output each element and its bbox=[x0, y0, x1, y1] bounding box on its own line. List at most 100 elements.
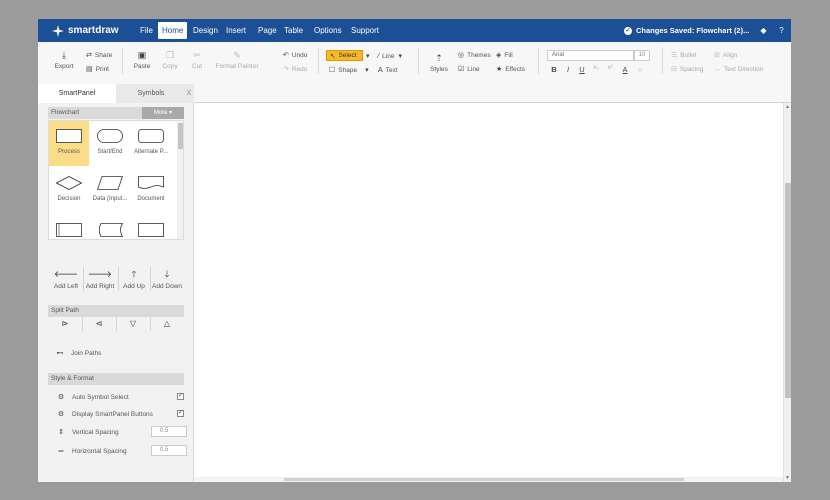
menu-home[interactable]: Home bbox=[158, 22, 188, 39]
drawing-canvas[interactable] bbox=[194, 103, 783, 482]
auto-symbol-select-label: Auto Symbol Select bbox=[72, 393, 129, 401]
superscript-button[interactable]: x² bbox=[605, 65, 615, 71]
paste-button[interactable]: ▣ Paste bbox=[130, 50, 154, 70]
menu-design[interactable]: Design bbox=[189, 22, 222, 39]
check-circle-icon: ✓ bbox=[624, 26, 632, 35]
scroll-down-icon[interactable]: ▼ bbox=[785, 475, 790, 481]
fill-label: Fill bbox=[504, 51, 513, 59]
close-panel-button[interactable]: X bbox=[184, 84, 194, 103]
cut-button[interactable]: ✂ Cut bbox=[185, 50, 209, 70]
split-left-icon[interactable]: ⊳ bbox=[60, 319, 70, 329]
vertical-spacing-input[interactable]: 0.5 bbox=[151, 426, 187, 437]
horizontal-spacing-input[interactable]: 0.5 bbox=[151, 445, 187, 456]
themes-button[interactable]: ◎ Themes bbox=[458, 50, 491, 60]
add-up-button[interactable]: 🡑 Add Up bbox=[117, 269, 151, 290]
format-painter-label: Format Painter bbox=[215, 63, 259, 70]
italic-button[interactable]: I bbox=[563, 65, 573, 74]
share-icon[interactable]: ◆ bbox=[759, 26, 768, 35]
bold-button[interactable]: B bbox=[549, 65, 559, 74]
shape-predefined[interactable] bbox=[49, 215, 89, 239]
text-tool-button[interactable]: A Text bbox=[378, 65, 398, 75]
shape-tool-button[interactable]: ☐ Shape ▾ bbox=[329, 65, 372, 75]
shape-rectangle[interactable] bbox=[131, 215, 171, 239]
font-size-select[interactable]: 10 bbox=[634, 50, 650, 61]
menu-page[interactable]: Page bbox=[254, 22, 281, 39]
shape-data[interactable]: Data (Input... bbox=[90, 168, 130, 213]
rectangle-shape-icon bbox=[138, 223, 164, 237]
spacing-button[interactable]: ⊟ Spacing bbox=[671, 64, 703, 74]
clear-format-icon[interactable]: ○ bbox=[635, 65, 645, 74]
pointer-icon: ↖ bbox=[330, 52, 336, 60]
tab-smartpanel[interactable]: SmartPanel bbox=[38, 84, 116, 103]
bullet-button[interactable]: ☰ Bullet bbox=[671, 50, 697, 60]
undo-button[interactable]: ↶ Undo bbox=[283, 50, 307, 60]
shape-stored-data[interactable] bbox=[90, 215, 130, 239]
scrollbar-thumb[interactable] bbox=[284, 478, 684, 481]
line-style-button[interactable]: ☑ Line bbox=[458, 64, 480, 74]
split-right-icon[interactable]: ⊲ bbox=[94, 319, 104, 329]
help-icon[interactable]: ? bbox=[777, 26, 786, 35]
add-right-button[interactable]: 🡒 Add Right bbox=[83, 269, 117, 290]
shape-alternate-process[interactable]: Alternate P... bbox=[131, 121, 171, 166]
scroll-up-icon[interactable]: ▲ bbox=[785, 104, 790, 110]
paste-icon: ▣ bbox=[137, 50, 147, 60]
export-label: Export bbox=[54, 63, 74, 70]
align-button[interactable]: ⊞ Align bbox=[714, 50, 737, 60]
smartdraw-logo[interactable]: smartdraw bbox=[52, 24, 119, 37]
diamond-shape-icon bbox=[56, 176, 82, 190]
menu-options[interactable]: Options bbox=[310, 22, 346, 39]
copy-button[interactable]: ❐ Copy bbox=[158, 50, 182, 70]
fill-button[interactable]: ◈ Fill bbox=[496, 50, 513, 60]
styles-button[interactable]: ⇡ Styles bbox=[426, 53, 452, 73]
text-direction-button[interactable]: ↔ Text Direction bbox=[714, 64, 763, 74]
effects-button[interactable]: ★ Effects bbox=[496, 64, 525, 74]
shape-label: Document bbox=[137, 196, 165, 202]
caret-down-icon: ▾ bbox=[398, 53, 402, 60]
auto-symbol-select-checkbox[interactable]: ✓ bbox=[177, 393, 184, 400]
add-down-button[interactable]: 🡓 Add Down bbox=[150, 269, 184, 290]
canvas-horizontal-scrollbar[interactable] bbox=[194, 477, 783, 482]
scrollbar-thumb[interactable] bbox=[785, 183, 791, 398]
export-button[interactable]: ⤓ Export bbox=[52, 50, 76, 70]
display-smartpanel-buttons-option[interactable]: ⚙ Display SmartPanel Buttons ✓ bbox=[56, 409, 184, 419]
font-color-button[interactable]: A bbox=[620, 65, 630, 74]
shape-start-end[interactable]: Start/End bbox=[90, 121, 130, 166]
menu-support[interactable]: Support bbox=[347, 22, 383, 39]
select-tool-button[interactable]: ↖ Select bbox=[326, 50, 363, 61]
shape-process[interactable]: Process bbox=[49, 121, 89, 166]
split-path-section-header: Split Path bbox=[48, 305, 184, 317]
add-left-button[interactable]: 🡐 Add Left bbox=[49, 269, 83, 290]
stored-data-shape-icon bbox=[98, 223, 123, 237]
brand-name: smartdraw bbox=[68, 25, 119, 36]
split-down-icon[interactable]: ▽ bbox=[128, 319, 138, 329]
underline-button[interactable]: U bbox=[577, 65, 587, 74]
display-smartpanel-buttons-checkbox[interactable]: ✓ bbox=[177, 410, 184, 417]
print-button[interactable]: ▤ Print bbox=[86, 64, 109, 74]
redo-button[interactable]: ↷ Redo bbox=[283, 64, 307, 74]
line-tool-button[interactable]: ⁄ Line ▾ bbox=[378, 51, 405, 61]
menu-table[interactable]: Table bbox=[280, 22, 307, 39]
font-family-select[interactable]: Arial bbox=[547, 50, 634, 61]
select-dropdown[interactable]: ▾ bbox=[366, 51, 373, 61]
shape-decision[interactable]: Decision bbox=[49, 168, 89, 213]
save-status[interactable]: ✓ Changes Saved: Flowchart (2)... bbox=[624, 23, 749, 38]
shape-document[interactable]: Document bbox=[131, 168, 171, 213]
menu-file[interactable]: File bbox=[136, 22, 157, 39]
more-shapes-button[interactable]: More ▾ bbox=[142, 107, 184, 119]
join-paths-button[interactable]: ⊷ Join Paths bbox=[55, 348, 183, 358]
shape-library-scrollbar[interactable] bbox=[177, 121, 183, 239]
logo-icon bbox=[52, 24, 64, 37]
smartpanel: Flowchart More ▾ Process Start/End Alter… bbox=[38, 103, 194, 482]
auto-symbol-select-option[interactable]: ⚙ Auto Symbol Select ✓ bbox=[56, 392, 184, 402]
canvas-vertical-scrollbar[interactable]: ▲ ▼ bbox=[783, 103, 791, 482]
share-button[interactable]: ⇄ Share bbox=[86, 50, 112, 60]
divider bbox=[116, 317, 117, 331]
parallelogram-shape-icon bbox=[97, 176, 123, 190]
format-painter-button[interactable]: ✎ Format Painter bbox=[212, 50, 262, 70]
subscript-button[interactable]: x₂ bbox=[591, 65, 601, 71]
tab-symbols[interactable]: Symbols bbox=[116, 84, 186, 103]
undo-label: Undo bbox=[291, 51, 308, 59]
split-up-icon[interactable]: △ bbox=[162, 319, 172, 329]
menu-insert[interactable]: Insert bbox=[222, 22, 250, 39]
scrollbar-thumb[interactable] bbox=[178, 123, 183, 149]
